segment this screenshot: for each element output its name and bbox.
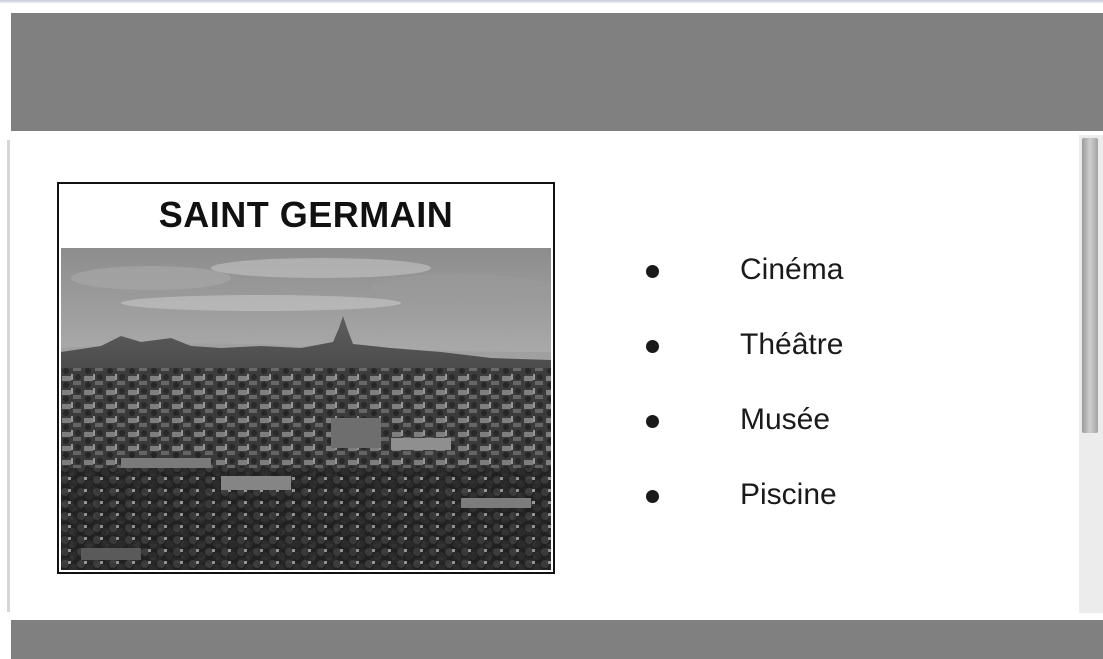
facility-label: Musée (740, 403, 831, 436)
bullet-dot-icon (646, 265, 659, 278)
facility-label: Piscine (740, 478, 837, 511)
page-frame: SAINT GERMAIN Cinéma Théâtre Musée Pisci… (0, 0, 1103, 659)
scrollbar-thumb[interactable] (1082, 138, 1098, 433)
facility-label: Cinéma (740, 253, 844, 286)
location-card: SAINT GERMAIN (57, 182, 555, 574)
facility-label: Théâtre (740, 328, 844, 361)
bullet-dot-icon (646, 340, 659, 353)
window-top-edge (0, 0, 1103, 3)
bullet-dot-icon (646, 415, 659, 428)
location-title: SAINT GERMAIN (158, 194, 454, 235)
bullet-dot-icon (646, 490, 659, 503)
vertical-scrollbar[interactable] (1079, 135, 1103, 613)
content-left-border (7, 140, 10, 612)
cityscape-photo (61, 248, 551, 570)
header-band (11, 13, 1103, 131)
footer-band (11, 620, 1103, 659)
